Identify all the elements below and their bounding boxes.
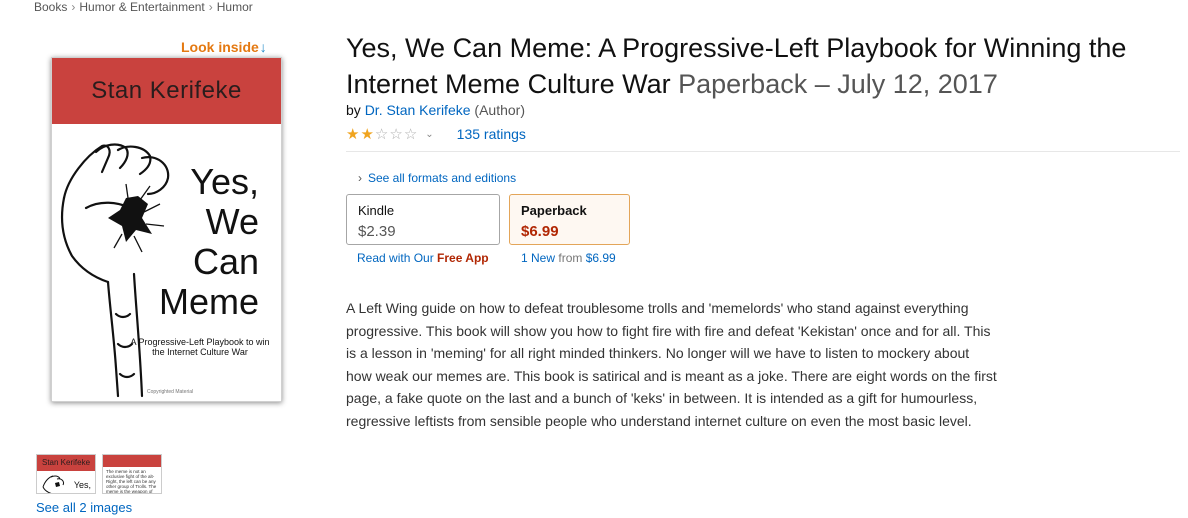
book-cover-image[interactable]: Stan Kerifeke Yes, We Can Meme A Progres…	[51, 57, 282, 402]
thumbnail-band	[103, 455, 161, 467]
cover-subtitle: A Progressive-Left Playbook to win the I…	[130, 337, 270, 357]
kindle-free-app-link[interactable]: Read with Our Free App	[357, 251, 489, 265]
down-arrow-icon: ↓	[259, 39, 267, 55]
see-all-images-link[interactable]: See all 2 images	[36, 500, 132, 515]
cover-title: Yes, We Can Meme	[159, 162, 259, 322]
author-link[interactable]: Dr. Stan Kerifeke	[365, 102, 471, 118]
cover-author: Stan Kerifeke	[91, 77, 242, 104]
star-empty-icon: ☆	[403, 125, 418, 143]
cover-title-line: We	[205, 201, 259, 242]
format-price: $6.99	[521, 223, 559, 240]
paperback-from-price[interactable]: $6.99	[586, 251, 616, 265]
look-inside-label: Look inside	[181, 39, 259, 55]
divider	[346, 151, 1180, 152]
ratings-count-link[interactable]: 135 ratings	[457, 126, 526, 142]
kindle-sub-prefix: Read with Our	[357, 251, 434, 265]
star-rating[interactable]: ★ ★ ☆ ☆ ☆	[346, 127, 417, 142]
cover-title-line: Meme	[158, 281, 259, 322]
author-role: (Author)	[474, 102, 525, 118]
thumbnail-back-cover[interactable]: The meme is not an exclusive fight of th…	[102, 454, 162, 494]
cover-author-band: Stan Kerifeke	[52, 58, 281, 124]
paperback-from-label: from	[558, 251, 583, 265]
format-paperback-button[interactable]: Paperback $6.99	[509, 194, 630, 245]
format-price: $2.39	[358, 223, 396, 240]
see-all-formats-label: See all formats and editions	[368, 171, 517, 185]
thumbnail-strip: Stan Kerifeke Yes, The meme is not an ex…	[36, 454, 162, 494]
breadcrumb-books[interactable]: Books	[34, 0, 67, 14]
product-format-date: Paperback – July 12, 2017	[678, 69, 998, 99]
byline: by Dr. Stan Kerifeke (Author)	[346, 102, 525, 118]
byline-by: by	[346, 102, 361, 118]
product-title: Yes, We Can Meme: A Progressive-Left Pla…	[346, 30, 1176, 102]
thumbnail-author: Stan Kerifeke	[37, 455, 95, 471]
breadcrumb-separator: ›	[71, 0, 76, 14]
cover-copyright: Copyrighted Material	[147, 389, 194, 395]
kindle-sub-highlight: Free App	[437, 251, 489, 265]
format-name: Kindle	[358, 203, 395, 218]
chevron-down-icon[interactable]: ⌄	[425, 129, 433, 140]
chevron-right-icon: ›	[358, 171, 362, 185]
breadcrumb-humor-entertainment[interactable]: Humor & Entertainment	[79, 0, 204, 14]
star-filled-icon: ★	[360, 125, 374, 143]
breadcrumb: Books › Humor & Entertainment › Humor	[34, 0, 253, 14]
star-empty-icon: ☆	[374, 125, 389, 143]
raised-fist-icon	[42, 475, 64, 493]
breadcrumb-humor[interactable]: Humor	[217, 0, 253, 14]
see-all-formats-link[interactable]: › See all formats and editions	[358, 171, 516, 185]
cover-title-line: Yes,	[190, 161, 259, 202]
look-inside-button[interactable]: Look inside↓	[181, 39, 267, 55]
star-empty-icon: ☆	[389, 125, 403, 143]
product-description: A Left Wing guide on how to defeat troub…	[346, 300, 997, 429]
format-kindle-button[interactable]: Kindle $2.39	[346, 194, 500, 245]
cover-title-line: Can	[192, 241, 259, 282]
paperback-new-link[interactable]: 1 New	[521, 251, 555, 265]
format-name: Paperback	[521, 203, 587, 218]
thumbnail-title: Yes,	[73, 480, 91, 490]
breadcrumb-separator: ›	[208, 0, 213, 14]
paperback-offers: 1 New from $6.99	[521, 251, 616, 265]
thumbnail-front-cover[interactable]: Stan Kerifeke Yes,	[36, 454, 96, 494]
thumbnail-text: The meme is not an exclusive fight of th…	[106, 469, 157, 494]
star-filled-icon: ★	[346, 125, 360, 143]
rating-row: ★ ★ ☆ ☆ ☆ ⌄ 135 ratings	[346, 124, 526, 144]
